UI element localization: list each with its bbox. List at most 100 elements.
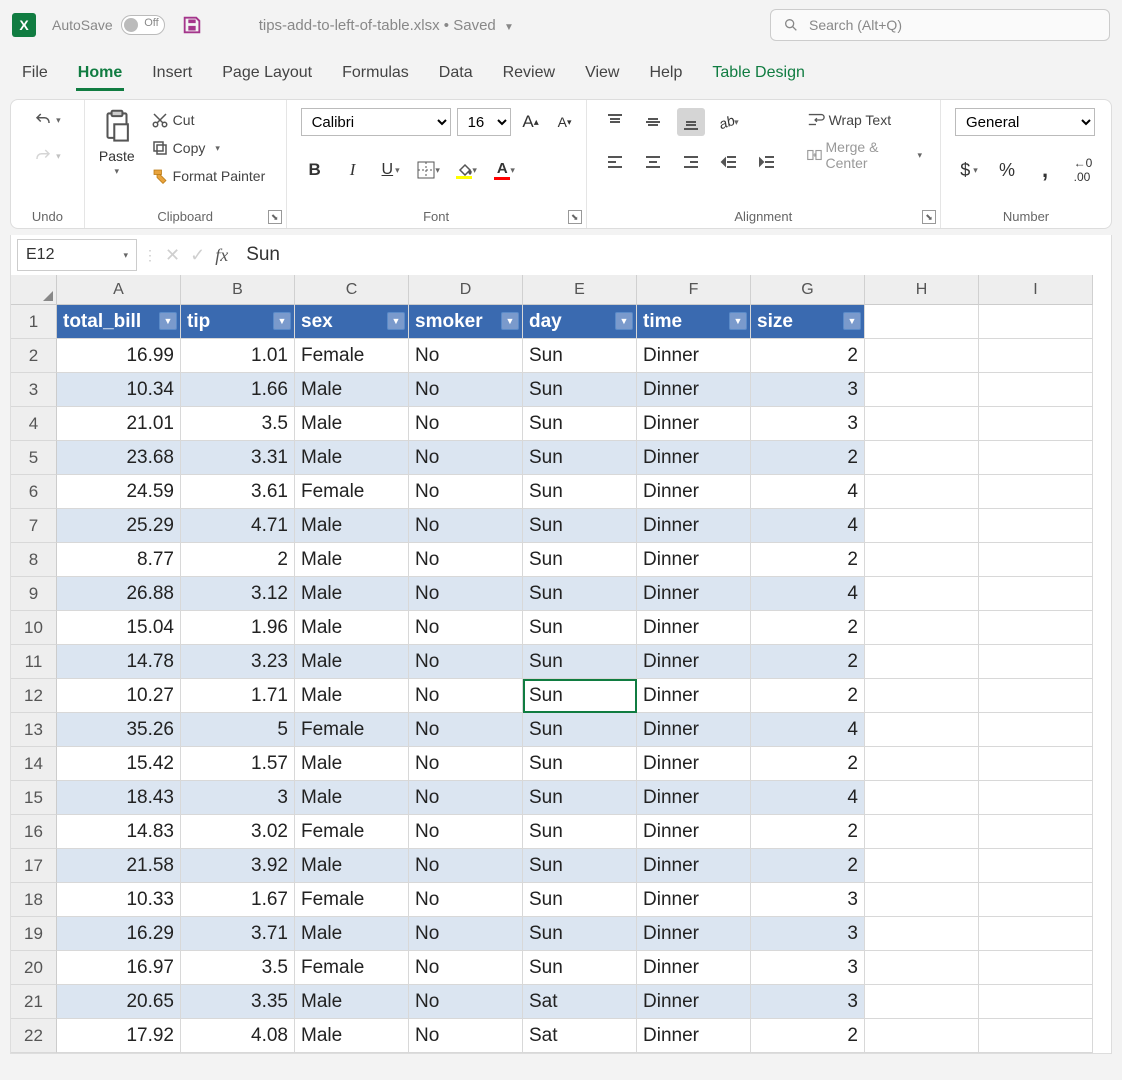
cell[interactable]: Female bbox=[295, 713, 409, 747]
cell[interactable] bbox=[865, 611, 979, 645]
cell[interactable]: 16.99 bbox=[57, 339, 181, 373]
table-header-cell[interactable]: sex▼ bbox=[295, 305, 409, 339]
cell[interactable]: No bbox=[409, 1019, 523, 1053]
cell[interactable] bbox=[979, 1019, 1093, 1053]
col-header[interactable]: C bbox=[295, 275, 409, 305]
cell[interactable] bbox=[865, 815, 979, 849]
document-title[interactable]: tips-add-to-left-of-table.xlsx • Saved ▼ bbox=[259, 17, 514, 34]
select-all-corner[interactable] bbox=[11, 275, 57, 305]
cell[interactable]: 15.04 bbox=[57, 611, 181, 645]
row-header[interactable]: 12 bbox=[11, 679, 57, 713]
cell[interactable]: 1.57 bbox=[181, 747, 295, 781]
cell[interactable] bbox=[865, 713, 979, 747]
cell[interactable]: Sun bbox=[523, 781, 637, 815]
cell[interactable]: 2 bbox=[751, 339, 865, 373]
cell[interactable]: 4.71 bbox=[181, 509, 295, 543]
cell[interactable]: Dinner bbox=[637, 373, 751, 407]
cell[interactable]: Male bbox=[295, 577, 409, 611]
cell[interactable] bbox=[979, 475, 1093, 509]
cell[interactable]: No bbox=[409, 373, 523, 407]
cell[interactable]: Sun bbox=[523, 509, 637, 543]
cell[interactable]: 14.83 bbox=[57, 815, 181, 849]
cancel-formula-icon[interactable]: ✕ bbox=[165, 245, 180, 266]
save-icon[interactable] bbox=[181, 14, 203, 36]
cell[interactable]: 4 bbox=[751, 509, 865, 543]
cell[interactable]: 4 bbox=[751, 781, 865, 815]
tab-table-design[interactable]: Table Design bbox=[710, 58, 807, 91]
row-header[interactable]: 21 bbox=[11, 985, 57, 1019]
cell[interactable]: Dinner bbox=[637, 1019, 751, 1053]
align-bottom-button[interactable] bbox=[677, 108, 705, 136]
table-header-cell[interactable]: total_bill▼ bbox=[57, 305, 181, 339]
cell[interactable]: 2 bbox=[181, 543, 295, 577]
cell[interactable]: Male bbox=[295, 373, 409, 407]
row-header[interactable]: 18 bbox=[11, 883, 57, 917]
cell[interactable] bbox=[865, 407, 979, 441]
row-header[interactable]: 8 bbox=[11, 543, 57, 577]
cell[interactable]: Sun bbox=[523, 815, 637, 849]
col-header[interactable]: B bbox=[181, 275, 295, 305]
cell[interactable]: Dinner bbox=[637, 951, 751, 985]
table-header-cell[interactable]: day▼ bbox=[523, 305, 637, 339]
cell[interactable]: Dinner bbox=[637, 645, 751, 679]
cell[interactable]: Dinner bbox=[637, 407, 751, 441]
cell[interactable]: No bbox=[409, 509, 523, 543]
cell[interactable]: Dinner bbox=[637, 577, 751, 611]
cell[interactable]: Sun bbox=[523, 883, 637, 917]
cell[interactable] bbox=[979, 815, 1093, 849]
cell[interactable] bbox=[865, 781, 979, 815]
bold-button[interactable]: B bbox=[301, 156, 329, 184]
cell[interactable]: No bbox=[409, 679, 523, 713]
cell[interactable]: 3.02 bbox=[181, 815, 295, 849]
cell[interactable]: Male bbox=[295, 611, 409, 645]
cell[interactable]: Male bbox=[295, 917, 409, 951]
cell[interactable] bbox=[865, 509, 979, 543]
filter-dropdown-icon[interactable]: ▼ bbox=[501, 312, 519, 330]
align-center-button[interactable] bbox=[639, 148, 667, 176]
cell[interactable]: Sun bbox=[523, 407, 637, 441]
cell[interactable]: 3.23 bbox=[181, 645, 295, 679]
cell[interactable]: Dinner bbox=[637, 883, 751, 917]
cell[interactable]: 21.58 bbox=[57, 849, 181, 883]
cell[interactable]: 2 bbox=[751, 645, 865, 679]
decrease-indent-button[interactable] bbox=[715, 148, 743, 176]
cell[interactable]: 17.92 bbox=[57, 1019, 181, 1053]
row-header[interactable]: 14 bbox=[11, 747, 57, 781]
cell[interactable]: Dinner bbox=[637, 849, 751, 883]
cell[interactable] bbox=[865, 305, 979, 339]
col-header[interactable]: F bbox=[637, 275, 751, 305]
cell[interactable] bbox=[979, 985, 1093, 1019]
copy-button[interactable]: Copy▾ bbox=[147, 136, 270, 160]
tab-file[interactable]: File bbox=[20, 58, 50, 91]
col-header[interactable]: G bbox=[751, 275, 865, 305]
cell[interactable]: Dinner bbox=[637, 815, 751, 849]
cell[interactable]: Male bbox=[295, 543, 409, 577]
cell[interactable]: 3 bbox=[751, 407, 865, 441]
cell[interactable] bbox=[979, 543, 1093, 577]
cell[interactable] bbox=[979, 645, 1093, 679]
cell[interactable]: No bbox=[409, 475, 523, 509]
font-launcher[interactable]: ⬊ bbox=[568, 210, 582, 224]
filter-dropdown-icon[interactable]: ▼ bbox=[387, 312, 405, 330]
cell[interactable]: Female bbox=[295, 339, 409, 373]
undo-button[interactable]: ▾ bbox=[30, 108, 65, 132]
cell[interactable]: 5 bbox=[181, 713, 295, 747]
cell[interactable] bbox=[979, 747, 1093, 781]
cell[interactable] bbox=[979, 951, 1093, 985]
cell[interactable]: No bbox=[409, 611, 523, 645]
cell[interactable]: 2 bbox=[751, 611, 865, 645]
grow-font-button[interactable]: A▴ bbox=[517, 108, 545, 136]
cell[interactable]: 3 bbox=[751, 883, 865, 917]
row-header[interactable]: 19 bbox=[11, 917, 57, 951]
tab-formulas[interactable]: Formulas bbox=[340, 58, 411, 91]
cell[interactable]: No bbox=[409, 951, 523, 985]
cell[interactable]: No bbox=[409, 781, 523, 815]
align-right-button[interactable] bbox=[677, 148, 705, 176]
cell[interactable] bbox=[979, 679, 1093, 713]
cell[interactable] bbox=[865, 543, 979, 577]
cell[interactable]: 3.61 bbox=[181, 475, 295, 509]
cell[interactable]: Sun bbox=[523, 679, 637, 713]
underline-button[interactable]: U▾ bbox=[377, 156, 405, 184]
font-size-select[interactable]: 16 bbox=[457, 108, 511, 136]
font-name-select[interactable]: Calibri bbox=[301, 108, 451, 136]
